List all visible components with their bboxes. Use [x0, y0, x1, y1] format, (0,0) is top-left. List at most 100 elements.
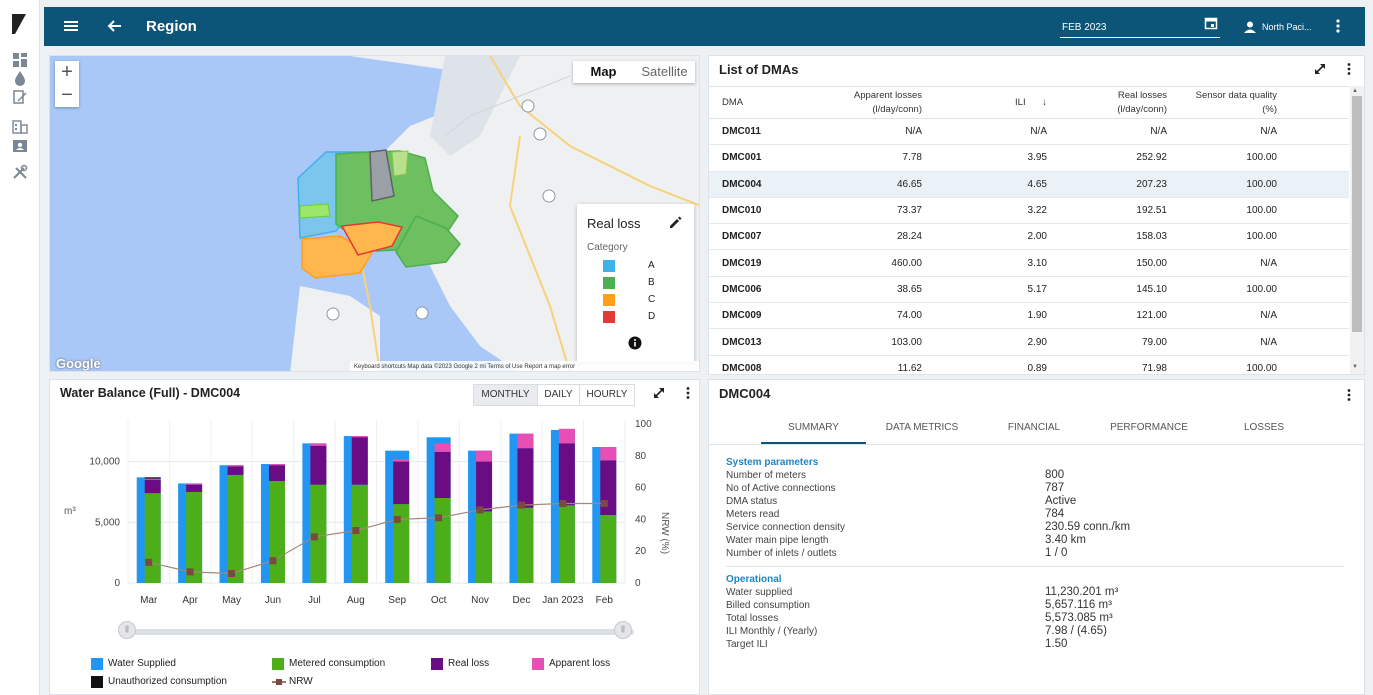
range-slider-left-handle[interactable]: || [118, 621, 136, 639]
date-picker-field[interactable]: FEB 2023 [1060, 13, 1220, 38]
legend-title: Real loss [587, 216, 641, 231]
y-tick-label: 5,000 [95, 517, 120, 528]
more-options-icon[interactable] [1342, 62, 1356, 76]
pencil-icon[interactable] [668, 216, 682, 230]
water-drop-icon[interactable] [12, 70, 28, 86]
column-header-ili[interactable]: ILI ↓ [922, 86, 1052, 119]
x-tick-label: Jan 2023 [542, 595, 584, 606]
info-label: Water supplied [726, 587, 793, 598]
zoom-controls: + − [55, 61, 79, 107]
column-header-sensor-quality[interactable]: Sensor data quality (%) [1167, 86, 1277, 119]
table-row[interactable]: DMC010 73.37 3.22 192.51 100.00 [709, 197, 1349, 225]
map-type-map[interactable]: Map [573, 61, 634, 83]
table-row[interactable]: DMC009 74.00 1.90 121.00 N/A [709, 302, 1349, 330]
x-tick-label: Jul [308, 595, 321, 606]
user-icon[interactable] [1243, 20, 1257, 34]
info-value: 800 [1045, 469, 1065, 481]
x-tick-label: Sep [388, 595, 406, 606]
nrw-point [435, 514, 443, 522]
nrw-point [186, 568, 194, 576]
info-value: 1 / 0 [1045, 547, 1068, 559]
dma-list-panel: List of DMAs DMA Apparent losses (l/day/c… [708, 55, 1365, 382]
column-header-apparent-losses[interactable]: Apparent losses (l/day/conn) [819, 86, 922, 119]
bar-real-loss [144, 479, 161, 494]
column-header-dma[interactable]: DMA [709, 86, 819, 119]
info-icon[interactable] [628, 336, 642, 350]
account-box-icon[interactable] [12, 138, 28, 154]
x-tick-label: Aug [347, 595, 365, 606]
info-label: No of Active connections [726, 483, 836, 494]
system-parameters-heading: System parameters [726, 457, 819, 468]
x-tick-label: Oct [431, 595, 447, 606]
calendar-icon[interactable] [1204, 16, 1218, 30]
water-balance-panel: Water Balance (Full) - DMC004 MONTHLY DA… [49, 379, 700, 695]
y-axis-label: m³ [64, 506, 76, 517]
bar-metered-consumption [517, 507, 534, 583]
zoom-in-button[interactable]: + [55, 61, 79, 83]
bar-metered-consumption [558, 505, 575, 583]
x-tick-label: Dec [513, 595, 531, 606]
legend-item: C [603, 294, 685, 306]
scroll-down-icon[interactable]: ▼ [1352, 364, 1358, 370]
back-arrow-icon[interactable] [106, 17, 124, 35]
legend-swatch [91, 658, 103, 670]
x-tick-label: Nov [471, 595, 489, 606]
bar-metered-consumption [476, 511, 493, 583]
table-row[interactable]: DMC013 103.00 2.90 79.00 N/A [709, 328, 1349, 356]
tab-summary[interactable]: SUMMARY [761, 422, 866, 433]
column-header-real-losses[interactable]: Real losses (l/day/conn) [1052, 86, 1167, 119]
bar-apparent-loss [517, 433, 534, 449]
nrw-line-swatch [272, 679, 286, 685]
legend-swatch [431, 658, 443, 670]
tab-financial[interactable]: FINANCIAL [989, 422, 1079, 433]
tab-losses[interactable]: LOSSES [1219, 422, 1309, 433]
buildings-icon[interactable] [12, 118, 28, 134]
tab-data-metrics[interactable]: DATA METRICS [872, 422, 972, 433]
sort-descending-icon[interactable]: ↓ [1042, 97, 1047, 108]
expand-icon[interactable] [1313, 62, 1327, 76]
map-attribution: Keyboard shortcuts Map data ©2023 Google… [350, 361, 699, 371]
table-row[interactable]: DMC011 N/A N/A N/A N/A [709, 118, 1349, 146]
bar-metered-consumption [434, 498, 451, 583]
map-type-satellite[interactable]: Satellite [634, 61, 695, 83]
date-value: FEB 2023 [1062, 22, 1107, 33]
zoom-out-button[interactable]: − [55, 84, 79, 106]
table-row[interactable]: DMC008 11.62 0.89 71.98 100.00 [709, 355, 1349, 382]
region-map[interactable]: + − Map Satellite Real loss Category A B… [49, 55, 700, 372]
info-value: 787 [1045, 482, 1065, 494]
edit-report-icon[interactable] [12, 89, 28, 105]
tools-icon[interactable] [12, 164, 28, 180]
dma-info-panel: DMC004 SUMMARY DATA METRICS FINANCIAL PE… [708, 379, 1365, 695]
bar-real-loss [268, 465, 285, 481]
y2-tick-label: 80 [635, 451, 647, 462]
dashboard-icon[interactable] [12, 52, 28, 68]
dma-info-title: DMC004 [719, 386, 771, 401]
table-row[interactable]: DMC001 7.78 3.95 252.92 100.00 [709, 144, 1349, 172]
section-divider [726, 566, 1344, 567]
more-options-icon[interactable] [1330, 18, 1346, 34]
left-navigation-rail [0, 0, 40, 695]
more-options-icon[interactable] [1342, 388, 1356, 402]
range-slider-right-handle[interactable]: || [614, 621, 632, 639]
tab-performance[interactable]: PERFORMANCE [1094, 422, 1204, 433]
menu-icon[interactable] [62, 17, 80, 35]
legend-swatch [532, 658, 544, 670]
table-row[interactable]: DMC019 460.00 3.10 150.00 N/A [709, 249, 1349, 277]
nrw-point [269, 557, 277, 565]
table-row[interactable]: DMC007 28.24 2.00 158.03 100.00 [709, 223, 1349, 251]
dma-list-title: List of DMAs [719, 62, 799, 77]
scroll-up-icon[interactable]: ▲ [1352, 88, 1358, 94]
info-label: Number of inlets / outlets [726, 548, 837, 559]
range-slider[interactable]: || || [118, 621, 634, 639]
bar-apparent-loss [558, 428, 575, 444]
table-row[interactable]: DMC006 38.65 5.17 145.10 100.00 [709, 276, 1349, 304]
table-scrollbar-thumb[interactable] [1352, 96, 1362, 332]
legend-item: A [603, 260, 685, 272]
dma-table: DMA Apparent losses (l/day/conn) ILI ↓ Re… [709, 86, 1349, 382]
legend-swatch [603, 294, 615, 306]
nrw-point [310, 533, 318, 541]
y-tick-label: 0 [114, 578, 120, 589]
user-name[interactable]: North Paci... [1262, 22, 1312, 32]
nrw-point [393, 515, 401, 523]
table-row-selected[interactable]: DMC004 46.65 4.65 207.23 100.00 [709, 171, 1349, 198]
